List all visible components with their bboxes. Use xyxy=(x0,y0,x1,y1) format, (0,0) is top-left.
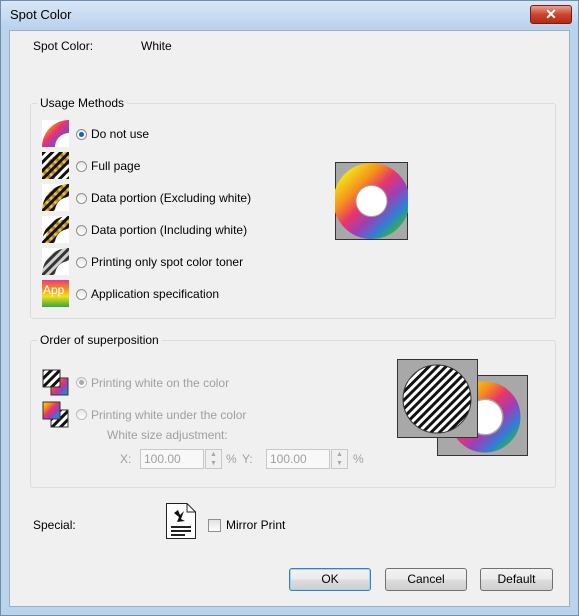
usage-methods-legend: Usage Methods xyxy=(37,96,128,110)
x-unit: % xyxy=(226,452,237,466)
usage-option-label[interactable]: Application specification xyxy=(91,287,219,301)
svg-text:App: App xyxy=(43,283,65,297)
spot-color-toner-thumbnail-icon xyxy=(42,248,69,275)
y-label: Y: xyxy=(242,452,253,466)
ok-button[interactable]: OK xyxy=(289,568,371,591)
white-size-adjustment-label: White size adjustment: xyxy=(107,428,228,442)
usage-preview-image xyxy=(335,162,408,240)
do-not-use-thumbnail-icon xyxy=(42,120,69,147)
data-including-white-thumbnail-icon xyxy=(42,216,69,243)
default-button[interactable]: Default xyxy=(480,568,553,591)
usage-option-label[interactable]: Do not use xyxy=(91,127,149,141)
x-size-spinner[interactable]: ▲ ▼ xyxy=(205,449,222,469)
close-button[interactable]: ✕ xyxy=(530,5,572,24)
special-label: Special: xyxy=(33,518,76,532)
full-page-thumbnail-icon xyxy=(42,152,69,179)
order-option-label[interactable]: Printing white on the color xyxy=(91,376,229,390)
title-bar[interactable]: Spot Color ✕ xyxy=(1,1,578,29)
spin-up-icon[interactable]: ▲ xyxy=(206,450,221,459)
spot-color-label: Spot Color: xyxy=(33,39,94,53)
window-title: Spot Color xyxy=(10,7,72,22)
spin-down-icon[interactable]: ▼ xyxy=(332,459,347,468)
usage-radio[interactable] xyxy=(76,289,87,300)
x-label: X: xyxy=(120,452,132,466)
white-on-color-thumbnail-icon xyxy=(42,369,69,396)
data-excluding-white-thumbnail-icon xyxy=(42,184,69,211)
y-size-input[interactable]: 100.00 xyxy=(266,449,330,469)
document-icon xyxy=(166,503,196,539)
white-under-color-thumbnail-icon xyxy=(42,401,69,428)
application-specification-thumbnail-icon: App xyxy=(42,280,69,307)
usage-radio[interactable] xyxy=(76,193,87,204)
usage-radio[interactable] xyxy=(76,225,87,236)
dialog-body: Spot Color: White Usage Methods App Do n… xyxy=(9,30,570,607)
spot-color-dialog: Spot Color ✕ Spot Color: White Usage Met… xyxy=(0,0,579,616)
spot-color-value: White xyxy=(141,39,172,53)
usage-radio[interactable] xyxy=(76,161,87,172)
y-size-spinner[interactable]: ▲ ▼ xyxy=(331,449,348,469)
usage-radio[interactable] xyxy=(76,257,87,268)
order-radio[interactable] xyxy=(76,377,87,388)
order-option-label[interactable]: Printing white under the color xyxy=(91,408,246,422)
order-legend: Order of superposition xyxy=(37,333,162,347)
usage-option-label[interactable]: Data portion (Including white) xyxy=(91,223,247,237)
spin-down-icon[interactable]: ▼ xyxy=(206,459,221,468)
usage-radio[interactable] xyxy=(76,129,87,140)
usage-option-label[interactable]: Printing only spot color toner xyxy=(91,255,243,269)
x-size-input[interactable]: 100.00 xyxy=(140,449,204,469)
close-icon: ✕ xyxy=(545,6,557,22)
y-unit: % xyxy=(353,452,364,466)
usage-option-label[interactable]: Full page xyxy=(91,159,140,173)
cancel-button[interactable]: Cancel xyxy=(385,568,467,591)
mirror-print-checkbox[interactable] xyxy=(208,519,221,532)
order-preview-image xyxy=(397,359,528,456)
mirror-print-label[interactable]: Mirror Print xyxy=(226,518,285,532)
spin-up-icon[interactable]: ▲ xyxy=(332,450,347,459)
order-radio[interactable] xyxy=(76,409,87,420)
usage-option-label[interactable]: Data portion (Excluding white) xyxy=(91,191,251,205)
